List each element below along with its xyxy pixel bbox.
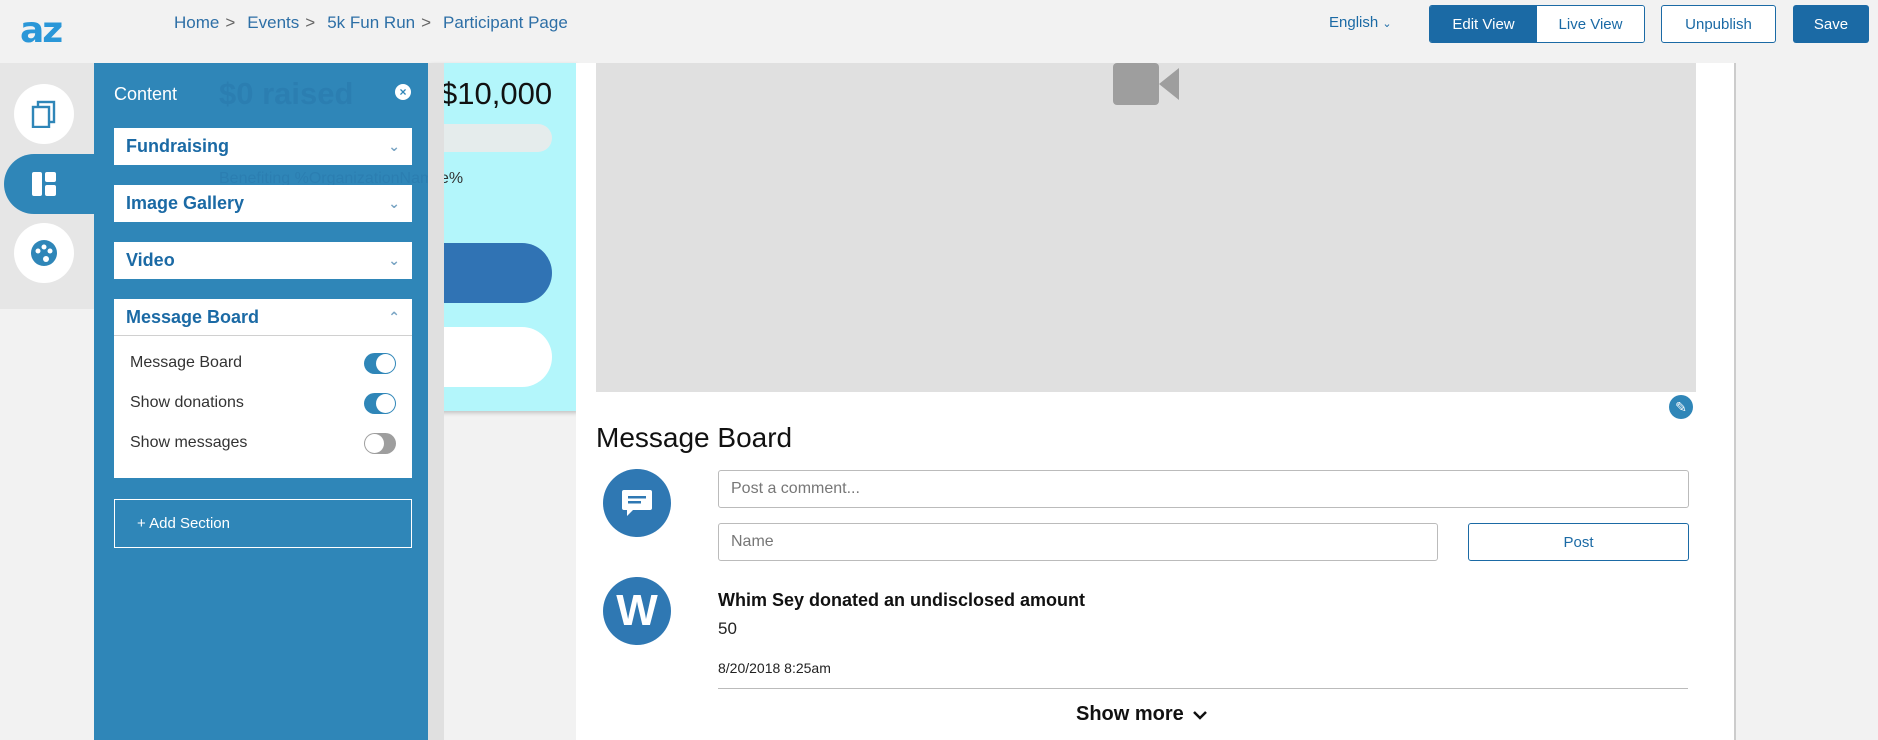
show-donations-toggle[interactable] (364, 393, 396, 414)
section-fundraising[interactable]: Fundraising ⌄ (114, 128, 412, 165)
language-select[interactable]: English ⌄ (1329, 14, 1392, 31)
layout-icon (32, 172, 56, 196)
chevron-down-icon: ⌄ (388, 195, 400, 211)
edit-pencil-icon[interactable]: ✎ (1669, 395, 1693, 419)
show-messages-toggle[interactable] (364, 433, 396, 454)
breadcrumb: Home > Events > 5k Fun Run > Participant… (174, 13, 568, 33)
message-board-toggle[interactable] (364, 353, 396, 374)
option-label: Message Board (130, 354, 243, 371)
donation-amount: 50 (718, 619, 737, 638)
breadcrumb-separator: > (421, 13, 432, 32)
close-icon[interactable]: × (395, 84, 411, 100)
join-button[interactable] (440, 327, 552, 387)
breadcrumb-current[interactable]: Participant Page (443, 13, 568, 33)
donation-title: Whim Sey donated an undisclosed amount (718, 590, 1086, 610)
post-button[interactable]: Post (1468, 523, 1689, 561)
section-label: Message Board (126, 307, 260, 327)
save-button[interactable]: Save (1793, 5, 1869, 43)
raised-amount: $0 raised (219, 76, 354, 111)
section-label: Image Gallery (126, 193, 245, 213)
live-view-button[interactable]: Live View (1537, 6, 1644, 42)
chevron-down-icon: ⌄ (1382, 18, 1392, 30)
layout-button[interactable] (14, 154, 74, 214)
donor-avatar: W (603, 577, 671, 645)
panel-edge (428, 63, 444, 740)
section-label: Video (126, 250, 175, 270)
breadcrumb-event[interactable]: 5k Fun Run (327, 13, 415, 33)
breadcrumb-separator: > (225, 13, 236, 32)
language-label: English (1329, 14, 1379, 31)
message-board-options: Message Board Show donations Show messag… (114, 335, 412, 478)
breadcrumb-events[interactable]: Events (247, 13, 299, 33)
option-label: Show donations (130, 394, 244, 411)
palette-icon (31, 240, 57, 266)
donation-date: 8/20/2018 8:25am (718, 660, 831, 676)
app-logo[interactable]: az (20, 10, 63, 51)
pages-button[interactable] (14, 84, 74, 144)
unpublish-button[interactable]: Unpublish (1661, 5, 1776, 43)
message-board-title: Message Board (596, 422, 793, 453)
chevron-up-icon: ⌃ (388, 309, 400, 325)
divider (718, 688, 1688, 689)
view-toggle: Edit View Live View (1429, 5, 1645, 43)
theme-button[interactable] (14, 223, 74, 283)
section-video[interactable]: Video ⌄ (114, 242, 412, 279)
section-image-gallery[interactable]: Image Gallery ⌄ (114, 185, 412, 222)
edit-view-button[interactable]: Edit View (1430, 6, 1537, 42)
name-input[interactable]: Name (718, 523, 1438, 561)
breadcrumb-separator: > (305, 13, 316, 32)
top-bar: az Home > Events > 5k Fun Run > Particip… (0, 0, 1878, 63)
show-more-label: Show more (1076, 703, 1184, 725)
pages-icon (31, 100, 56, 128)
chat-bubble-icon (622, 490, 652, 516)
fundraising-goal: $10,000 (440, 76, 553, 111)
option-label: Show messages (130, 434, 248, 451)
chevron-down-icon (1192, 710, 1207, 720)
breadcrumb-home[interactable]: Home (174, 13, 219, 33)
chevron-down-icon: ⌄ (388, 252, 400, 268)
donate-button[interactable] (440, 243, 552, 303)
comment-avatar (603, 469, 671, 537)
video-placeholder[interactable] (596, 63, 1696, 392)
video-camera-icon (1113, 63, 1179, 105)
progress-bar (440, 124, 552, 152)
panel-title: Content (114, 84, 178, 104)
comment-input[interactable]: Post a comment... (718, 470, 1689, 508)
show-more-button[interactable]: Show more (1076, 703, 1208, 726)
section-label: Fundraising (126, 136, 229, 156)
add-section-button[interactable]: + Add Section (114, 499, 412, 548)
chevron-down-icon: ⌄ (388, 138, 400, 154)
section-message-board[interactable]: Message Board ⌃ (114, 299, 412, 336)
